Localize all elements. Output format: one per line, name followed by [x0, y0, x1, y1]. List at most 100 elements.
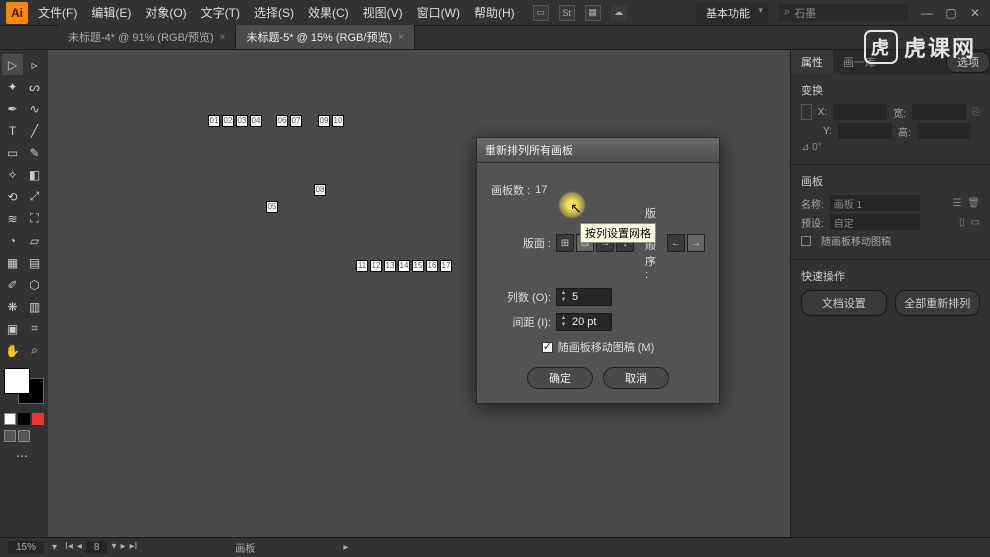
- zoom-field[interactable]: 15%: [8, 541, 44, 554]
- artboard-03[interactable]: 03: [236, 115, 248, 127]
- h-input[interactable]: [917, 123, 971, 139]
- panel-tab-properties[interactable]: 属性: [791, 50, 833, 74]
- cols-spinner[interactable]: ▲▼: [556, 288, 612, 306]
- menu-type[interactable]: 文字(T): [201, 4, 240, 21]
- nav-next-icon[interactable]: ▸: [120, 541, 125, 554]
- spacing-spinner[interactable]: ▲▼: [556, 313, 612, 331]
- eraser-tool[interactable]: ◧: [24, 164, 45, 185]
- screen-mode-normal[interactable]: [4, 430, 16, 442]
- cloud-icon[interactable]: ☁: [611, 5, 627, 21]
- cancel-button[interactable]: 取消: [603, 367, 669, 389]
- perspective-tool[interactable]: ▱: [24, 230, 45, 251]
- artboard-04[interactable]: 04: [250, 115, 262, 127]
- shaper-tool[interactable]: ✧: [2, 164, 23, 185]
- ab-orient-h-icon[interactable]: ▭: [971, 217, 980, 228]
- ab-name-input[interactable]: [830, 195, 920, 211]
- order-rtl-button[interactable]: →: [687, 234, 705, 252]
- y-input[interactable]: [838, 123, 892, 139]
- fill-color[interactable]: [4, 368, 30, 394]
- maximize-button[interactable]: ▢: [942, 6, 960, 20]
- magic-wand-tool[interactable]: ✦: [2, 76, 23, 97]
- spacing-input[interactable]: [569, 316, 611, 328]
- selection-tool[interactable]: ▷: [2, 54, 23, 75]
- ref-point-icon[interactable]: [801, 104, 812, 120]
- symbol-sprayer-tool[interactable]: ❋: [2, 296, 23, 317]
- arrange-icon[interactable]: ▦: [585, 5, 601, 21]
- artboard-16[interactable]: 16: [426, 260, 438, 272]
- ab-options-icon[interactable]: ☰: [952, 198, 961, 209]
- nav-first-icon[interactable]: I◂: [65, 541, 73, 554]
- status-play-icon[interactable]: ▸: [343, 542, 348, 553]
- x-input[interactable]: [833, 104, 887, 120]
- hand-tool[interactable]: ✋: [2, 340, 23, 361]
- artboard-02[interactable]: 02: [222, 115, 234, 127]
- artboard-13[interactable]: 13: [384, 260, 396, 272]
- artboard-14[interactable]: 14: [398, 260, 410, 272]
- pen-tool[interactable]: ✒: [2, 98, 23, 119]
- artboard-01[interactable]: 01: [208, 115, 220, 127]
- ab-move-checkbox[interactable]: [801, 236, 811, 246]
- ab-preset-input[interactable]: [830, 214, 920, 230]
- color-mode-gradient[interactable]: [18, 413, 30, 425]
- nav-last-icon[interactable]: ▸I: [130, 541, 138, 554]
- layout-grid-row-button[interactable]: ⊞: [556, 234, 574, 252]
- free-transform-tool[interactable]: ⛶: [24, 208, 45, 229]
- minimize-button[interactable]: —: [918, 6, 936, 20]
- doc-icon[interactable]: ▭: [533, 5, 549, 21]
- search-input[interactable]: ⌕ 石墨: [778, 4, 908, 22]
- doc-tab-2[interactable]: 未标题-5* @ 15% (RGB/预览) ×: [236, 25, 414, 49]
- doc-tab-1[interactable]: 未标题-4* @ 91% (RGB/预览) ×: [58, 25, 236, 49]
- shape-builder-tool[interactable]: ◔: [2, 230, 23, 251]
- color-mode-fill[interactable]: [4, 413, 16, 425]
- lasso-tool[interactable]: ᔕ: [24, 76, 45, 97]
- mesh-tool[interactable]: ▦: [2, 252, 23, 273]
- menu-window[interactable]: 窗口(W): [417, 4, 460, 21]
- artboard-05[interactable]: 05: [266, 201, 278, 213]
- rotate-tool[interactable]: ⟲: [2, 186, 23, 207]
- w-input[interactable]: [912, 104, 966, 120]
- order-ltr-button[interactable]: ←: [667, 234, 685, 252]
- move-artwork-checkbox[interactable]: [542, 342, 553, 353]
- edit-toolbar[interactable]: ⋯: [2, 445, 42, 466]
- type-tool[interactable]: T: [2, 120, 23, 141]
- artboard-09[interactable]: 09: [318, 115, 330, 127]
- link-icon[interactable]: ⎘: [972, 107, 980, 118]
- close-tab-icon[interactable]: ×: [220, 32, 226, 43]
- color-mode-none[interactable]: [32, 413, 44, 425]
- artboard-12[interactable]: 12: [370, 260, 382, 272]
- menu-select[interactable]: 选择(S): [254, 4, 294, 21]
- artboard-08[interactable]: 08: [314, 184, 326, 196]
- graph-tool[interactable]: ▥: [24, 296, 45, 317]
- menu-effect[interactable]: 效果(C): [308, 4, 349, 21]
- cols-input[interactable]: [569, 291, 611, 303]
- width-tool[interactable]: ≋: [2, 208, 23, 229]
- zoom-tool[interactable]: ⌕: [24, 340, 45, 361]
- scale-tool[interactable]: ⤢: [24, 186, 45, 207]
- rectangle-tool[interactable]: ▭: [2, 142, 23, 163]
- zoom-dropdown-icon[interactable]: ▾: [52, 542, 57, 553]
- paintbrush-tool[interactable]: ✎: [24, 142, 45, 163]
- menu-file[interactable]: 文件(F): [38, 4, 77, 21]
- artboard-10[interactable]: 10: [332, 115, 344, 127]
- close-tab-icon[interactable]: ×: [398, 32, 404, 43]
- artboard-index[interactable]: 8: [86, 541, 108, 554]
- menu-edit[interactable]: 编辑(E): [91, 4, 131, 21]
- artboard-tool[interactable]: ▣: [2, 318, 23, 339]
- nav-dropdown-icon[interactable]: ▾: [111, 541, 116, 554]
- stock-icon[interactable]: St: [559, 5, 575, 21]
- menu-help[interactable]: 帮助(H): [474, 4, 515, 21]
- close-button[interactable]: ✕: [966, 6, 984, 20]
- ok-button[interactable]: 确定: [527, 367, 593, 389]
- gradient-tool[interactable]: ▤: [24, 252, 45, 273]
- ab-orient-v-icon[interactable]: ▯: [959, 217, 965, 228]
- color-swatch[interactable]: [4, 368, 44, 404]
- artboard-07[interactable]: 07: [290, 115, 302, 127]
- artboard-11[interactable]: 11: [356, 260, 368, 272]
- artboard-06[interactable]: 06: [276, 115, 288, 127]
- ab-delete-icon[interactable]: 🗑: [967, 198, 980, 209]
- doc-setup-button[interactable]: 文档设置: [801, 290, 887, 316]
- direct-selection-tool[interactable]: ▹: [24, 54, 45, 75]
- artboard-15[interactable]: 15: [412, 260, 424, 272]
- slice-tool[interactable]: ⌗: [24, 318, 45, 339]
- menu-view[interactable]: 视图(V): [363, 4, 403, 21]
